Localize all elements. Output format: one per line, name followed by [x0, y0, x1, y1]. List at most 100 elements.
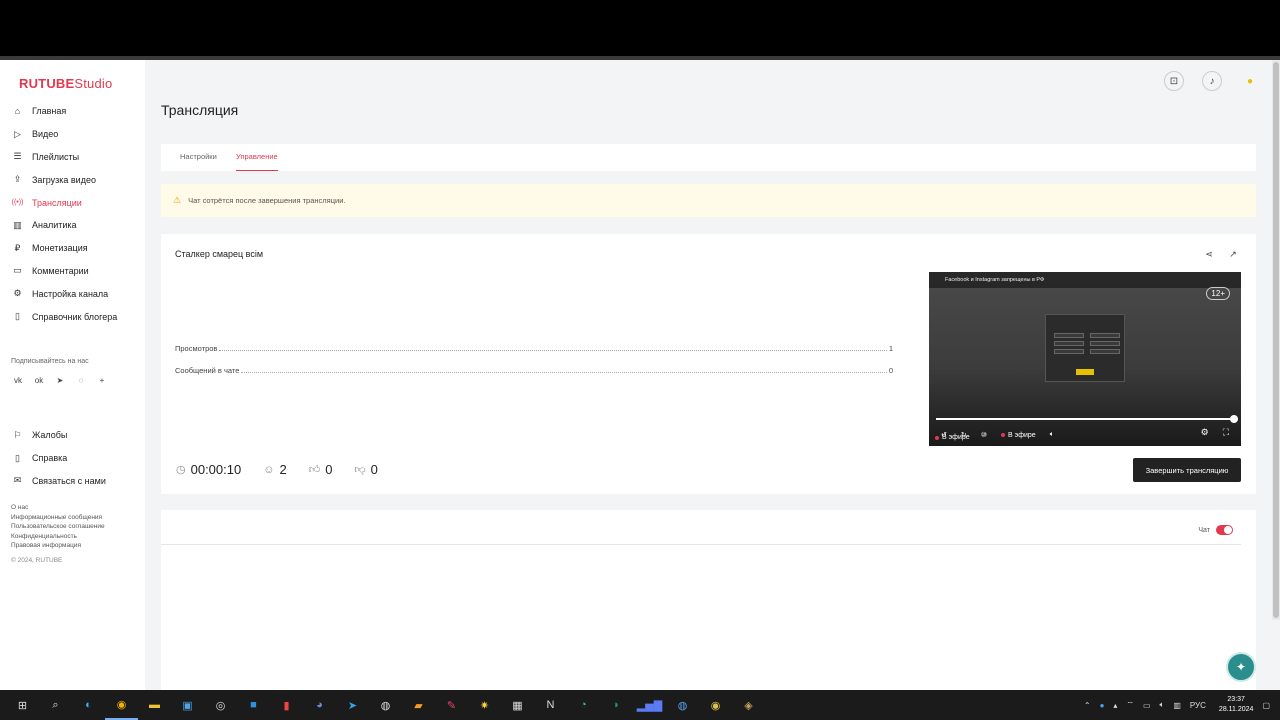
- whatsapp-icon[interactable]: ◔: [567, 690, 600, 720]
- sidebar-item-playlists[interactable]: ☰ Плейлисты: [0, 146, 145, 169]
- tray-app2-icon[interactable]: ▴: [1113, 701, 1117, 710]
- telegram-icon[interactable]: ➤: [54, 374, 66, 386]
- calculator-icon[interactable]: ▦: [501, 690, 534, 720]
- sidebar-item-label: Жалобы: [32, 430, 68, 441]
- skip-back-icon[interactable]: ⑩: [981, 431, 987, 439]
- discord-icon[interactable]: ◕: [303, 690, 336, 720]
- sidebar-item-label: Загрузка видео: [32, 174, 96, 185]
- sidebar-item-complaints[interactable]: ⚐ Жалобы: [0, 424, 145, 447]
- stat-value: 0: [888, 366, 893, 375]
- windows-start-icon[interactable]: ⊞: [6, 690, 39, 720]
- app-blue-icon[interactable]: ■: [237, 690, 270, 720]
- notion-icon[interactable]: N: [534, 690, 567, 720]
- tab-settings[interactable]: Настройки: [180, 144, 217, 171]
- sidebar-item-video[interactable]: ▷ Видео: [0, 123, 145, 146]
- sun-app-icon[interactable]: ✷: [468, 690, 501, 720]
- network-icon[interactable]: ▥: [1173, 701, 1181, 710]
- edge-icon[interactable]: ◐: [72, 690, 105, 720]
- sidebar-item-monetization[interactable]: ₽ Монетизация: [0, 237, 145, 260]
- settings-icon[interactable]: ⚙: [1201, 427, 1209, 438]
- avatar-icon[interactable]: ●: [1240, 71, 1260, 91]
- app-globe-icon[interactable]: ◍: [666, 690, 699, 720]
- notifications-icon[interactable]: ▢: [1262, 701, 1270, 710]
- vk-icon[interactable]: vk: [12, 374, 24, 386]
- support-chat-button[interactable]: ✦: [1226, 652, 1256, 682]
- duration-value: 00:00:10: [190, 462, 242, 477]
- preview-shape: [1090, 333, 1120, 338]
- stream-metrics: ◷ 00:00:10 ☺ 2 👍︎ 0 👎︎ 0: [176, 462, 400, 477]
- stat-value: 1: [888, 344, 893, 353]
- steam-icon[interactable]: ◎: [204, 690, 237, 720]
- volume-icon[interactable]: 🔈︎: [1050, 431, 1054, 439]
- live-indicator-left: В эфире: [935, 434, 970, 441]
- scrollbar-thumb[interactable]: [1273, 62, 1279, 618]
- end-stream-button[interactable]: Завершить трансляцию: [1133, 458, 1241, 482]
- ok-icon[interactable]: ok: [33, 374, 45, 386]
- chrome-icon[interactable]: ◉: [105, 690, 138, 720]
- fullscreen-icon[interactable]: ⛶: [1223, 427, 1229, 438]
- app-yellow-icon[interactable]: ◉: [699, 690, 732, 720]
- app-game-icon[interactable]: ◈: [732, 690, 765, 720]
- file-explorer-icon[interactable]: ▬: [138, 690, 171, 720]
- sidebar-item-channel-settings[interactable]: ⚙ Настройка канала: [0, 282, 145, 305]
- sidebar-item-analytics[interactable]: ▥ Аналитика: [0, 214, 145, 237]
- footer-link[interactable]: Правовая информация: [11, 541, 105, 551]
- chat-toggle[interactable]: Чат: [1198, 525, 1233, 535]
- sidebar-item-comments[interactable]: ▭ Комментарии: [0, 260, 145, 283]
- viber-icon[interactable]: ◌: [75, 374, 87, 386]
- video-icon: ▷: [14, 128, 21, 139]
- add-video-icon[interactable]: ⊡: [1164, 71, 1184, 91]
- sublime-icon[interactable]: ▰: [402, 690, 435, 720]
- sidebar-item-blogger-guide[interactable]: ▯ Справочник блогера: [0, 305, 145, 328]
- stream-preview-player[interactable]: Facebook и Instagram запрещены в РФ 12+ …: [929, 272, 1241, 446]
- paint-icon[interactable]: ✎: [435, 690, 468, 720]
- bell-icon[interactable]: ♪: [1202, 71, 1222, 91]
- player-controls-right: ⚙ ⛶: [1201, 427, 1229, 438]
- app-red-icon[interactable]: ▮: [270, 690, 303, 720]
- stat-dots: [219, 350, 887, 351]
- rutube-studio-logo[interactable]: RUTUBEStudio: [19, 76, 112, 91]
- gear-icon: ⚙: [13, 288, 22, 299]
- age-rating-badge: 12+: [1206, 287, 1230, 300]
- sidebar-item-label: Связаться с нами: [32, 475, 106, 486]
- plus-icon[interactable]: +: [96, 374, 108, 386]
- obs-icon[interactable]: ◍: [369, 690, 402, 720]
- tray-app-icon[interactable]: ●: [1100, 701, 1105, 710]
- sidebar-item-upload[interactable]: ⇪ Загрузка видео: [0, 168, 145, 191]
- page-scrollbar[interactable]: [1272, 60, 1280, 620]
- chat-switch[interactable]: [1216, 525, 1233, 535]
- footer-link[interactable]: Информационные сообщения: [11, 513, 105, 523]
- stat-label: Сообщений в чате: [175, 366, 240, 375]
- sidebar-item-label: Аналитика: [32, 220, 77, 231]
- footer-link[interactable]: Конфиденциальность: [11, 532, 105, 542]
- audio-app-icon[interactable]: ▂▅▇: [633, 690, 666, 720]
- language-indicator[interactable]: РУС: [1190, 701, 1206, 710]
- store-icon[interactable]: ▣: [171, 690, 204, 720]
- sidebar-item-label: Монетизация: [32, 243, 88, 254]
- player-progress-knob[interactable]: [1230, 415, 1238, 423]
- upload-icon: ⇪: [13, 174, 22, 185]
- mail-icon: ✉: [13, 475, 22, 486]
- footer-link[interactable]: Пользовательское соглашение: [11, 522, 105, 532]
- external-link-icon[interactable]: ↗: [1226, 247, 1240, 261]
- money-icon: ₽: [14, 242, 21, 253]
- share-icon[interactable]: ⋖: [1202, 247, 1216, 261]
- battery-icon[interactable]: ▭: [1143, 701, 1151, 710]
- taskbar-clock[interactable]: 23:37 28.11.2024: [1219, 695, 1254, 715]
- player-progress-bar[interactable]: [936, 418, 1234, 420]
- search-icon[interactable]: ⌕: [39, 690, 72, 720]
- footer-link[interactable]: О нас: [11, 503, 105, 513]
- volume-tray-icon[interactable]: 🔈︎: [1160, 700, 1165, 710]
- sidebar-item-home[interactable]: ⌂ Главная: [0, 100, 145, 123]
- wifi-icon[interactable]: ⌔: [1126, 700, 1134, 710]
- tab-management[interactable]: Управление: [236, 144, 278, 171]
- tray-chevron-icon[interactable]: ⌃: [1084, 701, 1091, 710]
- chat-divider: [161, 544, 1241, 545]
- playlist-icon: ☰: [13, 151, 22, 162]
- stream-title: Сталкер смарец всім: [175, 249, 264, 259]
- sidebar-item-help[interactable]: ▯ Справка: [0, 447, 145, 470]
- sidebar-item-broadcasts[interactable]: ((•)) Трансляции: [0, 191, 145, 214]
- app-green-icon[interactable]: ◗: [600, 690, 633, 720]
- sidebar-item-contact[interactable]: ✉ Связаться с нами: [0, 470, 145, 493]
- telegram-taskbar-icon[interactable]: ➤: [336, 690, 369, 720]
